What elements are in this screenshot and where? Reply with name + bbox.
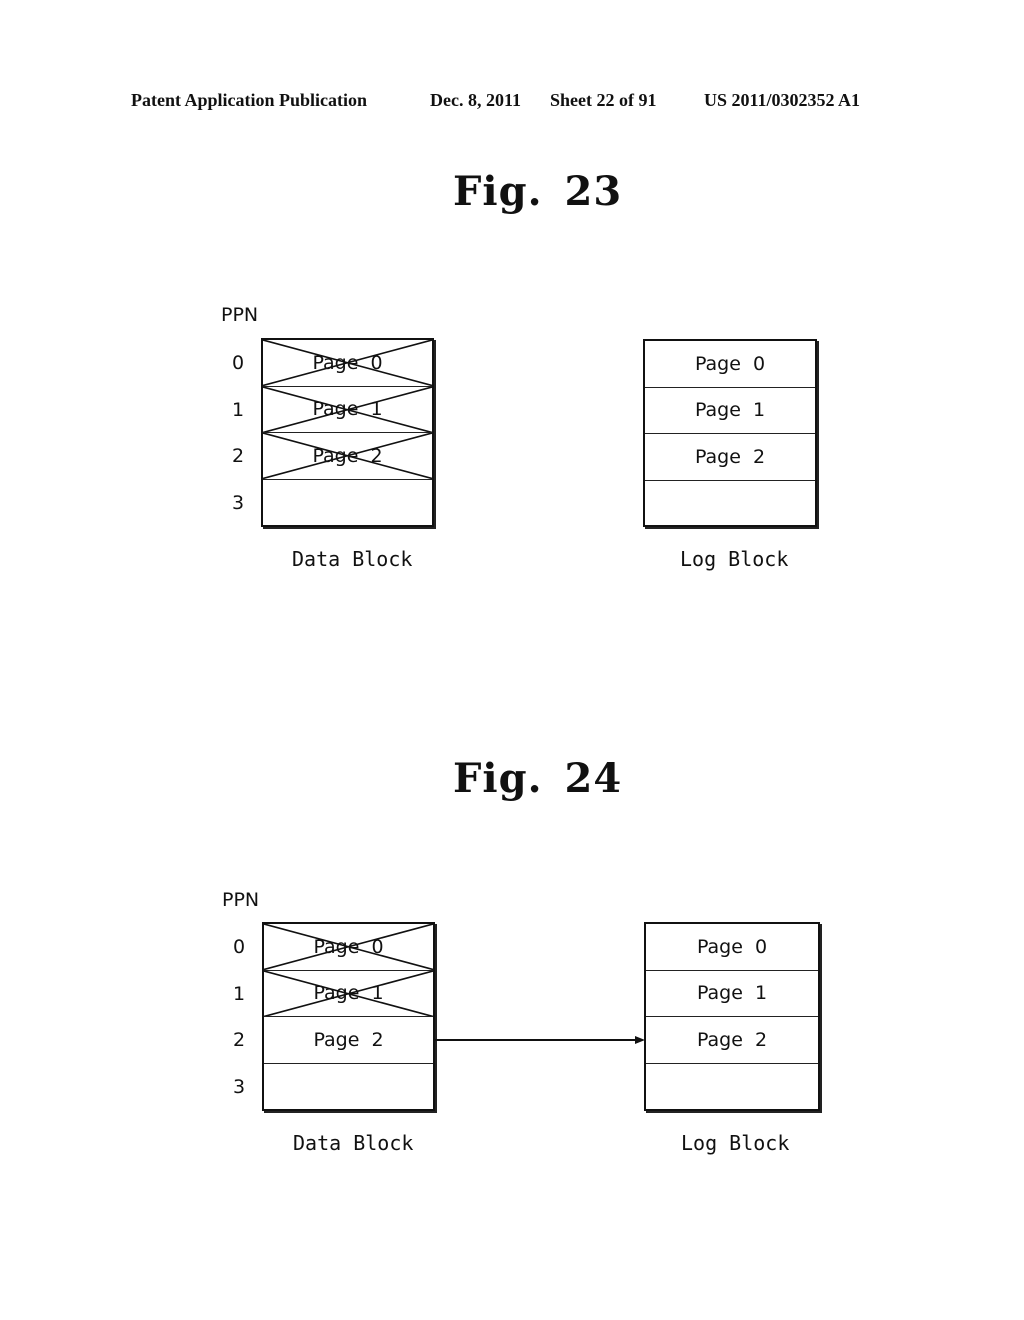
page-label: Page 1 <box>312 398 383 421</box>
data-block-caption: Data Block <box>293 1131 414 1155</box>
data-block-page-3 <box>263 480 432 527</box>
data-block-page-1: Page 1 <box>264 971 433 1017</box>
data-block-caption: Data Block <box>292 547 413 571</box>
patent-number: US 2011/0302352 A1 <box>704 90 861 110</box>
log-block-page-3 <box>646 1064 818 1111</box>
figure-number: 23 <box>564 168 623 215</box>
page-label: Page 1 <box>696 982 768 1005</box>
figure-title: Fig. 24 <box>453 755 622 802</box>
data-block-page-0: Page 0 <box>264 924 433 971</box>
log-block: Page 0 Page 1 Page 2 <box>643 339 817 527</box>
log-block-page-2: Page 2 <box>646 1017 818 1064</box>
publication-date: Dec. 8, 2011 <box>430 90 521 110</box>
page-label: Page 0 <box>312 351 383 374</box>
ppn-row-label: 1 <box>231 399 245 421</box>
ppn-row-label: 2 <box>232 1029 246 1051</box>
ppn-row-label: 0 <box>232 936 246 958</box>
ppn-row-label: 0 <box>231 352 245 374</box>
figure-number: 24 <box>564 755 623 802</box>
data-block-page-0: Page 0 <box>263 340 432 387</box>
data-block-page-2: Page 2 <box>264 1017 433 1064</box>
ppn-label: PPN <box>222 889 260 911</box>
page-label: Page 2 <box>694 445 766 468</box>
page-label: Page 0 <box>696 935 768 958</box>
log-block-page-1: Page 1 <box>646 971 818 1017</box>
figure-label: Fig. <box>453 755 543 802</box>
ppn-row-label: 3 <box>231 492 245 514</box>
page-label: Page 1 <box>313 982 384 1005</box>
page-label: Page 2 <box>312 444 383 467</box>
copy-arrow-icon <box>435 1036 645 1044</box>
ppn-label: PPN <box>221 304 259 326</box>
page-label: Page 1 <box>694 399 766 422</box>
page-label: Page 2 <box>696 1028 768 1051</box>
data-block-page-3 <box>264 1064 433 1111</box>
ppn-row-label: 2 <box>231 445 245 467</box>
sheet-number: Sheet 22 of 91 <box>550 90 657 110</box>
data-block-page-1: Page 1 <box>263 387 432 433</box>
page-label: Page 0 <box>694 352 766 375</box>
publication-label: Patent Application Publication <box>131 90 368 110</box>
page-label: Page 0 <box>313 935 384 958</box>
page-label: Page 2 <box>313 1028 384 1051</box>
ppn-row-label: 3 <box>232 1076 246 1098</box>
data-block: Page 0 Page 1 Page 2 <box>262 922 435 1111</box>
log-block-page-0: Page 0 <box>645 341 815 388</box>
log-block-caption: Log Block <box>680 547 789 571</box>
log-block-page-0: Page 0 <box>646 924 818 971</box>
page-header: Patent Application Publication Dec. 8, 2… <box>0 90 1024 114</box>
log-block-page-3 <box>645 481 815 528</box>
log-block-page-1: Page 1 <box>645 388 815 434</box>
figure-label: Fig. <box>453 168 543 215</box>
figure-title: Fig. 23 <box>453 168 622 215</box>
log-block-page-2: Page 2 <box>645 434 815 481</box>
log-block: Page 0 Page 1 Page 2 <box>644 922 820 1111</box>
ppn-row-label: 1 <box>232 983 246 1005</box>
log-block-caption: Log Block <box>681 1131 790 1155</box>
data-block-page-2: Page 2 <box>263 433 432 480</box>
data-block: Page 0 Page 1 Page 2 <box>261 338 434 527</box>
